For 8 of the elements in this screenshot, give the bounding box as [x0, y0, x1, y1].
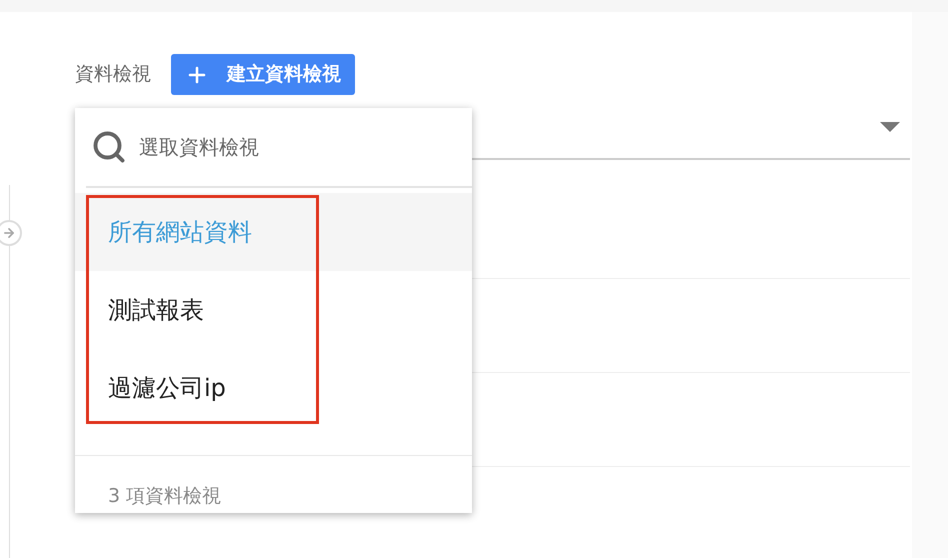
view-count: 3 項資料檢視: [108, 485, 222, 507]
search-input[interactable]: 選取資料檢視: [139, 132, 456, 162]
view-option[interactable]: 過濾公司ip: [75, 349, 472, 427]
view-label: 資料檢視: [75, 62, 151, 88]
view-option[interactable]: 測試報表: [75, 271, 472, 349]
dropdown-triangle-icon: [880, 122, 900, 132]
create-view-button[interactable]: 建立資料檢視: [171, 54, 355, 95]
search-icon: [91, 129, 127, 165]
